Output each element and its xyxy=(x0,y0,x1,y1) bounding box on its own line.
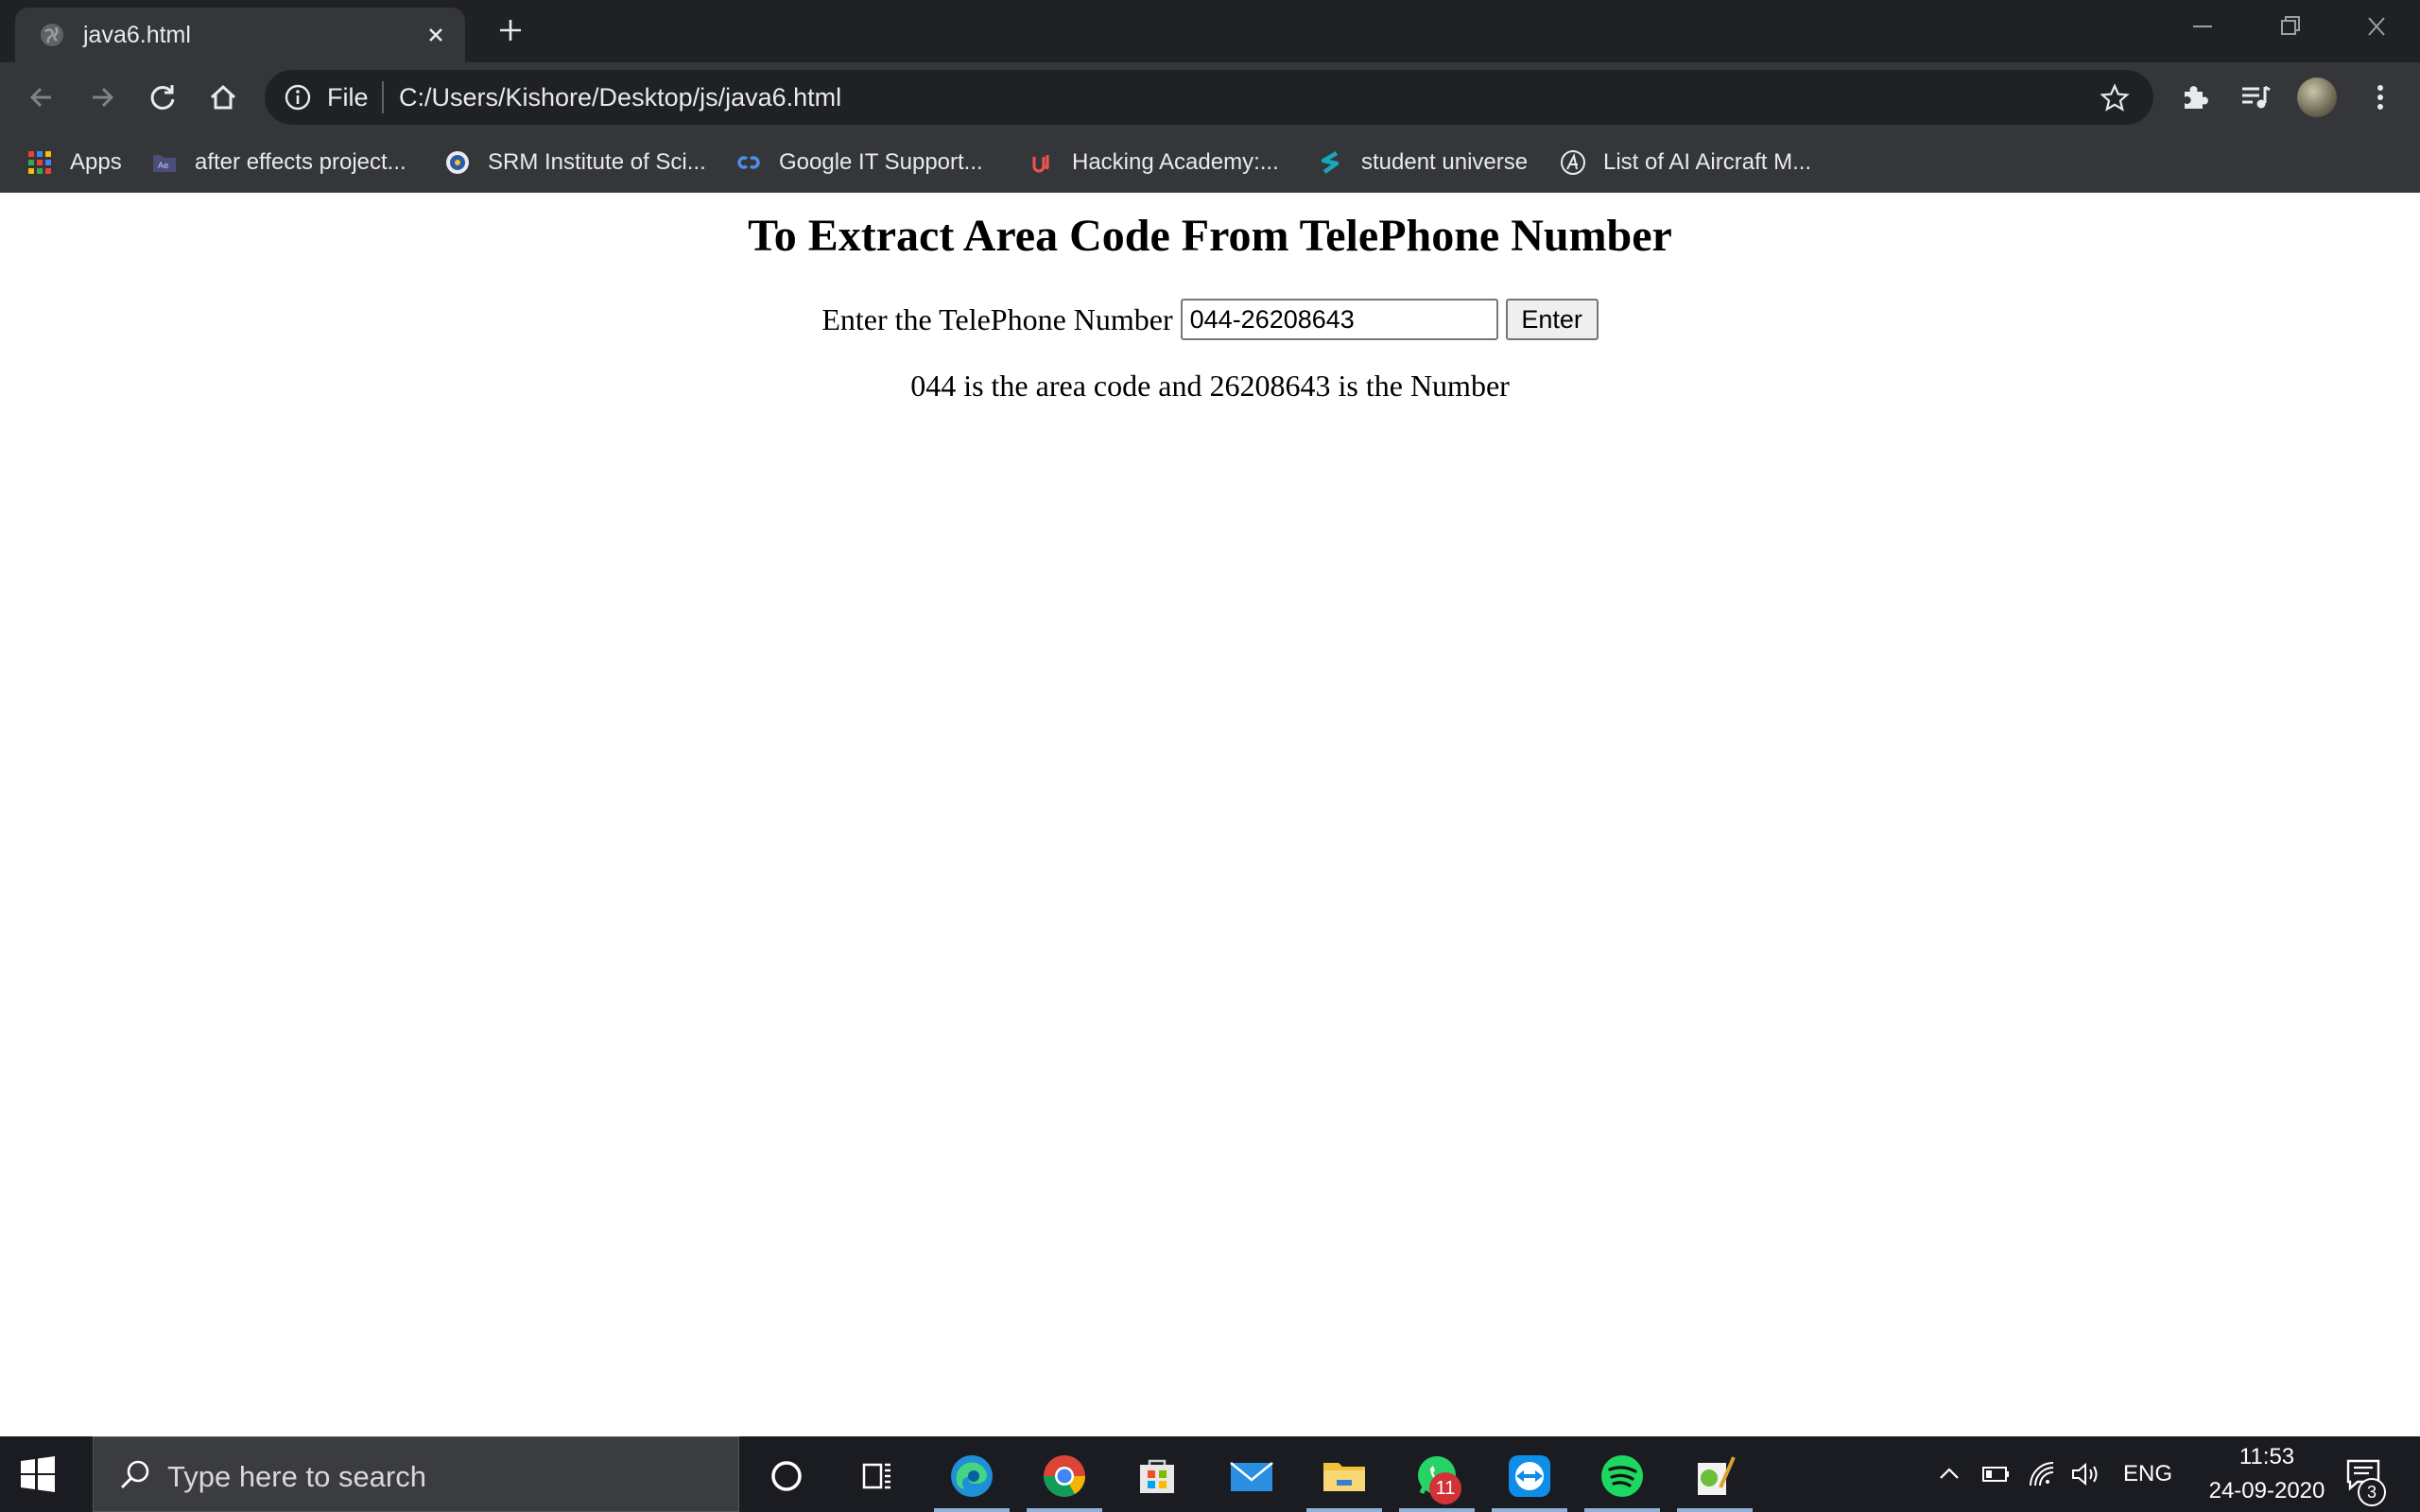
whatsapp-badge: 11 xyxy=(1429,1472,1461,1504)
info-icon[interactable] xyxy=(284,83,312,112)
minimize-icon[interactable] xyxy=(2174,9,2231,43)
teamviewer-icon[interactable] xyxy=(1503,1450,1556,1503)
srm-logo-icon xyxy=(446,151,469,174)
bookmark-ai-aircraft[interactable]: List of AI Aircraft M... xyxy=(1560,144,1811,181)
after-effects-icon: Ae xyxy=(153,155,176,172)
edge-icon[interactable] xyxy=(945,1450,998,1503)
new-tab-icon[interactable] xyxy=(493,13,527,47)
chevron-up-icon[interactable] xyxy=(1932,1457,1966,1491)
page-heading: To Extract Area Code From TelePhone Numb… xyxy=(748,211,1672,261)
media-control-icon[interactable] xyxy=(2237,78,2274,116)
bookmark-label: student universe xyxy=(1361,149,1529,175)
file-explorer-icon[interactable] xyxy=(1318,1450,1371,1503)
bookmark-star-icon[interactable] xyxy=(2099,82,2131,114)
bookmark-label: Google IT Support... xyxy=(779,149,983,175)
spotify-icon[interactable] xyxy=(1596,1450,1649,1503)
windows-taskbar: Type here to search 11 ENG 11:53 24-09-2… xyxy=(0,1436,2420,1512)
explorer-running-indicator xyxy=(1306,1508,1382,1512)
apps-grid-icon xyxy=(28,151,51,174)
address-divider xyxy=(382,81,384,113)
phone-number-input[interactable] xyxy=(1180,299,1498,340)
task-view-icon[interactable] xyxy=(851,1450,904,1503)
browser-toolbar: File C:/Users/Kishore/Desktop/js/java6.h… xyxy=(0,62,2420,132)
spotify-running-indicator xyxy=(1584,1508,1660,1512)
battery-icon[interactable] xyxy=(1979,1457,2014,1491)
scheme-label: File xyxy=(327,83,369,112)
bookmark-student-universe[interactable]: student universe xyxy=(1318,144,1528,181)
language-indicator[interactable]: ENG xyxy=(2123,1461,2172,1487)
page-content: To Extract Area Code From TelePhone Numb… xyxy=(0,193,2420,1436)
mail-icon[interactable] xyxy=(1225,1450,1278,1503)
tab-strip: java6.html xyxy=(0,0,2420,62)
forward-arrow-icon[interactable] xyxy=(83,78,121,116)
kebab-menu-icon[interactable] xyxy=(2361,78,2399,116)
bookmark-after-effects[interactable]: Ae after effects project... xyxy=(151,144,406,181)
extensions-puzzle-icon[interactable] xyxy=(2176,78,2214,116)
tab-title: java6.html xyxy=(83,22,191,48)
address-bar[interactable]: File C:/Users/Kishore/Desktop/js/java6.h… xyxy=(265,70,2153,125)
bookmark-google-it[interactable]: Google IT Support... xyxy=(735,144,983,181)
cortana-icon[interactable] xyxy=(760,1450,813,1503)
bookmark-label: Apps xyxy=(70,149,122,175)
bookmark-apps[interactable]: Apps xyxy=(26,144,122,181)
bookmark-label: SRM Institute of Sci... xyxy=(488,149,706,175)
speaker-icon[interactable] xyxy=(2068,1457,2102,1491)
udemy-icon xyxy=(1032,155,1049,173)
search-icon xyxy=(121,1460,149,1488)
enter-button[interactable]: Enter xyxy=(1505,299,1599,340)
wifi-icon[interactable] xyxy=(2025,1457,2059,1491)
bookmark-label: Hacking Academy:... xyxy=(1072,149,1279,175)
aircraft-site-icon xyxy=(1561,150,1585,175)
chrome-running-indicator xyxy=(1027,1508,1102,1512)
url-text[interactable]: C:/Users/Kishore/Desktop/js/java6.html xyxy=(399,83,841,112)
notepadpp-icon[interactable] xyxy=(1688,1450,1741,1503)
clock-date[interactable]: 24-09-2020 xyxy=(2174,1478,2360,1504)
search-placeholder: Type here to search xyxy=(167,1460,426,1493)
taskbar-search-box[interactable]: Type here to search xyxy=(93,1436,739,1512)
phone-form: Enter the TelePhone Number Enter xyxy=(0,299,2420,340)
notification-count-badge: 3 xyxy=(2358,1478,2386,1506)
windows-start-icon[interactable] xyxy=(17,1453,59,1495)
close-window-icon[interactable] xyxy=(2348,9,2405,43)
globe-icon xyxy=(41,24,63,46)
bookmark-hacking-academy[interactable]: Hacking Academy:... xyxy=(1028,144,1279,181)
bookmark-srm[interactable]: SRM Institute of Sci... xyxy=(444,144,706,181)
reload-icon[interactable] xyxy=(144,78,182,116)
home-icon[interactable] xyxy=(204,78,242,116)
restore-icon[interactable] xyxy=(2261,9,2318,43)
edge-running-indicator xyxy=(934,1508,1010,1512)
coursera-icon xyxy=(737,156,760,169)
chrome-icon[interactable] xyxy=(1038,1450,1091,1503)
bookmark-label: after effects project... xyxy=(195,149,406,175)
clock-time[interactable]: 11:53 xyxy=(2221,1444,2312,1470)
phone-input-label: Enter the TelePhone Number xyxy=(821,301,1173,336)
close-tab-icon[interactable] xyxy=(420,19,452,51)
notepadpp-running-indicator xyxy=(1677,1508,1753,1512)
whatsapp-running-indicator xyxy=(1399,1508,1475,1512)
microsoft-store-icon[interactable] xyxy=(1131,1450,1184,1503)
back-arrow-icon[interactable] xyxy=(23,78,60,116)
student-universe-icon xyxy=(1321,151,1340,174)
svg-text:Ae: Ae xyxy=(158,162,169,171)
result-text: 044 is the area code and 26208643 is the… xyxy=(910,369,1510,403)
bookmark-label: List of AI Aircraft M... xyxy=(1603,149,1812,175)
browser-tab[interactable]: java6.html xyxy=(15,8,465,62)
teamviewer-running-indicator xyxy=(1492,1508,1567,1512)
bookmarks-bar: Apps Ae after effects project... SRM Ins… xyxy=(0,132,2420,193)
profile-avatar[interactable] xyxy=(2297,77,2337,117)
